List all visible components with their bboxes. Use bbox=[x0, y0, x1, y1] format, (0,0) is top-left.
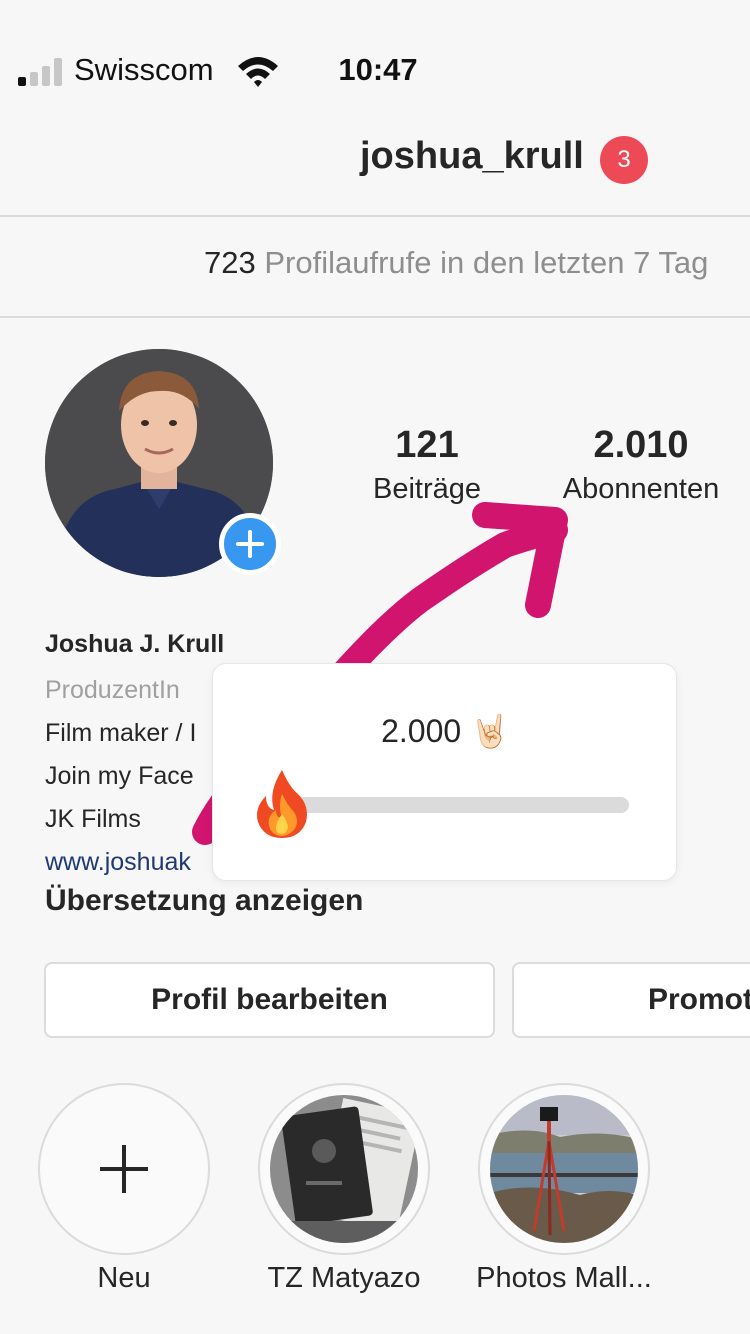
promote-button[interactable]: Promot bbox=[512, 962, 750, 1038]
bio-line-2: Join my Face bbox=[45, 762, 194, 790]
tripod-photo bbox=[490, 1095, 638, 1243]
insights-divider bbox=[0, 316, 750, 318]
bio-name: Joshua J. Krull bbox=[45, 630, 225, 658]
posts-label: Beiträge bbox=[372, 473, 481, 505]
show-translation-link[interactable]: Übersetzung anzeigen bbox=[45, 884, 363, 918]
profile-views-banner[interactable]: 723 Profilaufrufe in den letzten 7 Tag bbox=[204, 245, 708, 281]
notification-badge[interactable]: 3 bbox=[600, 136, 648, 184]
bio-line-1: Film maker / I bbox=[45, 719, 197, 747]
profile-username[interactable]: joshua_krull bbox=[360, 135, 584, 178]
highlight-label: TZ Matyazo bbox=[267, 1262, 421, 1294]
passport-photo bbox=[270, 1095, 418, 1243]
slider-track[interactable] bbox=[281, 797, 629, 813]
bio-line-3: JK Films bbox=[45, 805, 141, 833]
edit-profile-button[interactable]: Profil bearbeiten bbox=[44, 962, 495, 1038]
posts-stat[interactable]: 121 Beiträge bbox=[355, 424, 499, 506]
followers-stat[interactable]: 2.010 Abonnenten bbox=[545, 424, 737, 506]
status-time: 10:47 bbox=[338, 52, 418, 87]
header-divider bbox=[0, 215, 750, 217]
highlight-label: Neu bbox=[97, 1262, 151, 1294]
bio-website-link[interactable]: www.joshuak bbox=[45, 848, 191, 877]
highlight-cover bbox=[270, 1095, 418, 1243]
bio-category: ProduzentIn bbox=[45, 676, 180, 704]
followers-label: Abonnenten bbox=[562, 473, 720, 505]
posts-count: 121 bbox=[395, 424, 459, 466]
sticker-question: 2.000 🤘🏻 bbox=[381, 713, 510, 749]
followers-count: 2.010 bbox=[593, 424, 689, 466]
flame-icon[interactable] bbox=[252, 768, 312, 840]
highlight-photos-mallorca[interactable] bbox=[478, 1083, 650, 1255]
highlight-new[interactable] bbox=[38, 1083, 210, 1255]
highlight-label: Photos Mall... bbox=[476, 1262, 652, 1294]
highlight-cover bbox=[490, 1095, 638, 1243]
highlight-tz-matyazo[interactable] bbox=[258, 1083, 430, 1255]
plus-icon bbox=[100, 1145, 148, 1193]
emoji-slider-sticker[interactable]: 2.000 🤘🏻 bbox=[212, 663, 677, 881]
add-story-button[interactable] bbox=[219, 513, 281, 575]
